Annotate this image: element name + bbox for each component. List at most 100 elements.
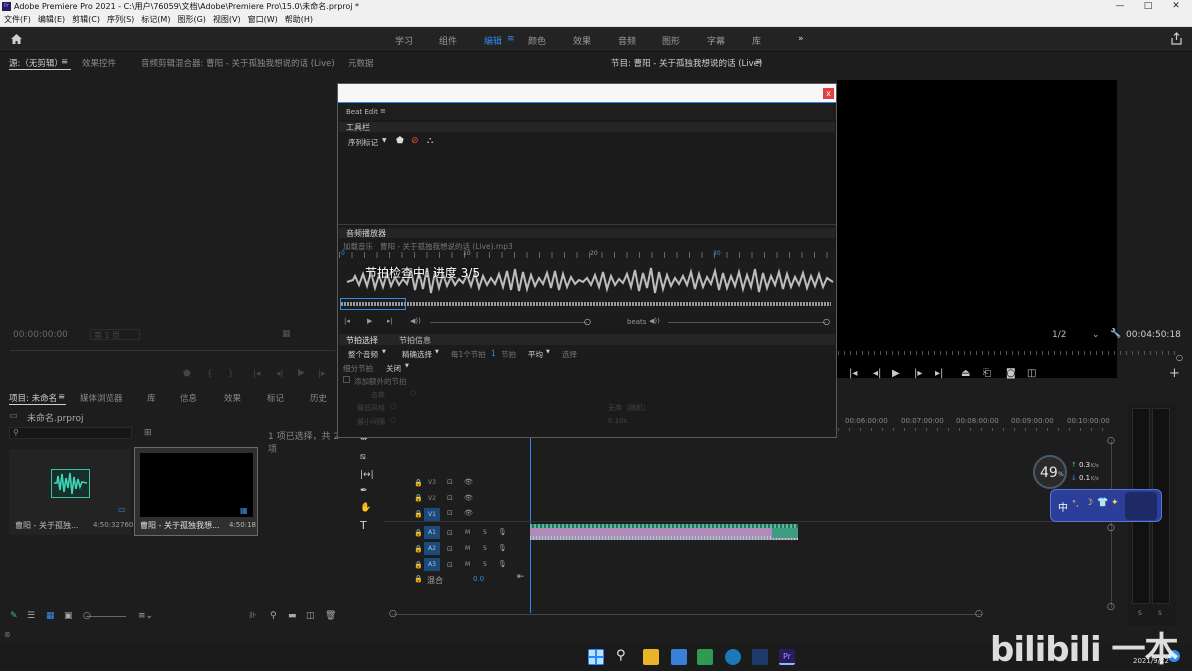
a3-mic-icon[interactable]: 🎙 [498, 560, 507, 568]
dialog-header[interactable]: x [338, 84, 836, 102]
tab-audio-clip-mixer[interactable]: 音频剪辑混合器: 曹阳 - 关于孤独我想说的话 (Live) [141, 57, 335, 69]
scroll-left-handle[interactable]: ○ [389, 609, 397, 619]
select-button[interactable]: 选择 [562, 349, 577, 360]
a3-solo-button[interactable]: S [483, 561, 487, 568]
maximize-button[interactable]: □ [1134, 0, 1162, 13]
mix-lock-icon[interactable]: 🔒 [414, 575, 423, 583]
sort-icon[interactable]: ≡⌄ [138, 611, 153, 621]
program-scrub-ruler[interactable] [838, 351, 1178, 355]
menu-clip[interactable]: 剪辑(C) [68, 13, 103, 25]
a3-lock-icon[interactable]: 🔒 [414, 561, 423, 569]
timeline-scrollbar[interactable] [392, 614, 982, 615]
find-icon[interactable]: ⚲ [270, 611, 277, 621]
ime-punctuation-icon[interactable]: °, [1072, 499, 1079, 508]
v1-eye-icon[interactable]: 👁 [464, 509, 473, 517]
new-folder-icon[interactable]: ▬ [288, 611, 297, 621]
avg-select[interactable]: 平均 [528, 349, 543, 360]
workspace-menu-icon[interactable]: ≡ [507, 34, 515, 44]
step-forward-button[interactable]: |▸ [914, 368, 922, 379]
menu-view[interactable]: 视图(V) [209, 13, 244, 25]
style-handle[interactable]: ○ [390, 402, 396, 410]
marker-group-icon[interactable]: ⛬ [427, 136, 433, 146]
v1-label[interactable]: V1 [424, 508, 440, 521]
menu-help[interactable]: 帮助(H) [281, 13, 316, 25]
avg-chevron-icon[interactable]: ▼ [546, 349, 550, 355]
notes-app-icon[interactable] [671, 649, 687, 665]
program-monitor[interactable] [837, 80, 1117, 378]
v2-label[interactable]: V2 [428, 495, 436, 502]
resolution-select[interactable]: 1/2 [1052, 330, 1066, 340]
type-tool-icon[interactable]: T [360, 519, 367, 532]
dialog-close-button[interactable]: x [823, 88, 834, 99]
mode-select[interactable]: 精确选择 [402, 349, 432, 360]
source-settings-icon[interactable]: ▦ [282, 329, 291, 339]
a1-sync-icon[interactable]: ⊡ [447, 529, 453, 537]
a1-mute-button[interactable]: M [465, 529, 470, 536]
sequence-marker-chevron-icon[interactable]: ▼ [382, 137, 387, 144]
meter-solo-right[interactable]: S [1158, 610, 1162, 617]
extract-button[interactable]: ⎗ [983, 368, 991, 379]
menu-sequence[interactable]: 序列(S) [103, 13, 137, 25]
a2-mute-button[interactable]: M [465, 545, 470, 552]
marker-icon[interactable]: ⬟ [183, 369, 191, 379]
close-button[interactable]: ✕ [1162, 0, 1190, 13]
mode-chevron-icon[interactable]: ▼ [435, 349, 439, 355]
tab-source-menu-icon[interactable]: ≡ [61, 57, 68, 67]
tab-beat-info[interactable]: 节拍信息 [399, 335, 431, 346]
subdivide-chevron-icon[interactable]: ▼ [405, 363, 409, 369]
v2-eye-icon[interactable]: 👁 [464, 494, 473, 502]
tab-metadata[interactable]: 元数据 [348, 57, 374, 69]
go-to-in-button[interactable]: |◂ [849, 368, 857, 379]
a2-lock-icon[interactable]: 🔒 [414, 545, 423, 553]
waveform-view[interactable]: 0 10 20 30 节拍检查中: 进度 3/5 [339, 250, 835, 312]
step-back-icon[interactable]: ◂| [276, 369, 284, 379]
minimize-button[interactable]: — [1106, 0, 1134, 13]
compare-view-button[interactable]: ◫ [1027, 368, 1036, 379]
windows-start-icon[interactable] [588, 649, 604, 665]
workspace-edit[interactable]: 编辑 [484, 34, 502, 47]
workspace-learn[interactable]: 学习 [395, 34, 413, 47]
menu-window[interactable]: 窗口(W) [244, 13, 281, 25]
a2-sync-icon[interactable]: ⊡ [447, 545, 453, 553]
a2-mic-icon[interactable]: 🎙 [498, 544, 507, 552]
program-zoom-handle[interactable]: ○ [1176, 353, 1183, 362]
tab-project-menu-icon[interactable]: ≡ [58, 392, 65, 402]
project-search-input[interactable]: ⚲ [9, 427, 132, 439]
file-explorer-icon[interactable] [643, 649, 659, 665]
player-volume-icon[interactable]: ◀)) [410, 317, 421, 325]
slip-tool-icon[interactable]: |↔| [360, 470, 374, 480]
edge-browser-icon[interactable] [725, 649, 741, 665]
v3-lock-icon[interactable]: 🔒 [414, 479, 423, 487]
a2-solo-button[interactable]: S [483, 545, 487, 552]
mix-arrows-icon[interactable]: ⇤ [517, 572, 525, 582]
automate-icon[interactable]: ⊪ [249, 611, 257, 621]
menu-edit[interactable]: 编辑(E) [34, 13, 68, 25]
icon-view-icon[interactable]: ▦ [46, 611, 55, 621]
list-view-icon[interactable]: ☰ [27, 611, 35, 621]
a1-solo-button[interactable]: S [483, 529, 487, 536]
a1-lock-icon[interactable]: 🔒 [414, 529, 423, 537]
sequence-marker-select[interactable]: 序列标记 [348, 137, 378, 148]
marker-remove-icon[interactable]: ⊘ [411, 136, 419, 146]
workspace-more-button[interactable]: » [798, 34, 804, 44]
tab-project[interactable]: 项目: 未命名 [9, 392, 57, 404]
ime-mode[interactable]: 中 [1058, 499, 1068, 514]
menu-file[interactable]: 文件(F) [0, 13, 34, 25]
ime-shirt-icon[interactable]: 👕 [1097, 498, 1108, 508]
workspace-assembly[interactable]: 组件 [439, 34, 457, 47]
page-select[interactable]: 第 1 页 [90, 329, 140, 340]
tab-history[interactable]: 历史 [310, 392, 327, 404]
a3-mute-button[interactable]: M [465, 561, 470, 568]
workspace-captions[interactable]: 字幕 [707, 34, 725, 47]
spreadsheet-app-icon[interactable] [697, 649, 713, 665]
v1-sync-icon[interactable]: ⊡ [447, 509, 453, 517]
scope-select[interactable]: 整个音频 [348, 349, 378, 360]
beats-slider-handle[interactable]: ○ [823, 317, 830, 326]
razor-tool-icon[interactable]: ⧅ [360, 452, 366, 462]
mix-value[interactable]: 0.0 [473, 575, 484, 583]
add-button-icon[interactable]: + [1169, 366, 1180, 381]
slider-handle[interactable]: ○ [83, 611, 91, 621]
tab-source[interactable]: 源:（无剪辑） [9, 57, 63, 69]
tab-libraries[interactable]: 库 [147, 392, 156, 404]
project-item-sequence[interactable]: ▦ 曹阳 - 关于孤独我想... 4:50:18 [134, 447, 258, 536]
